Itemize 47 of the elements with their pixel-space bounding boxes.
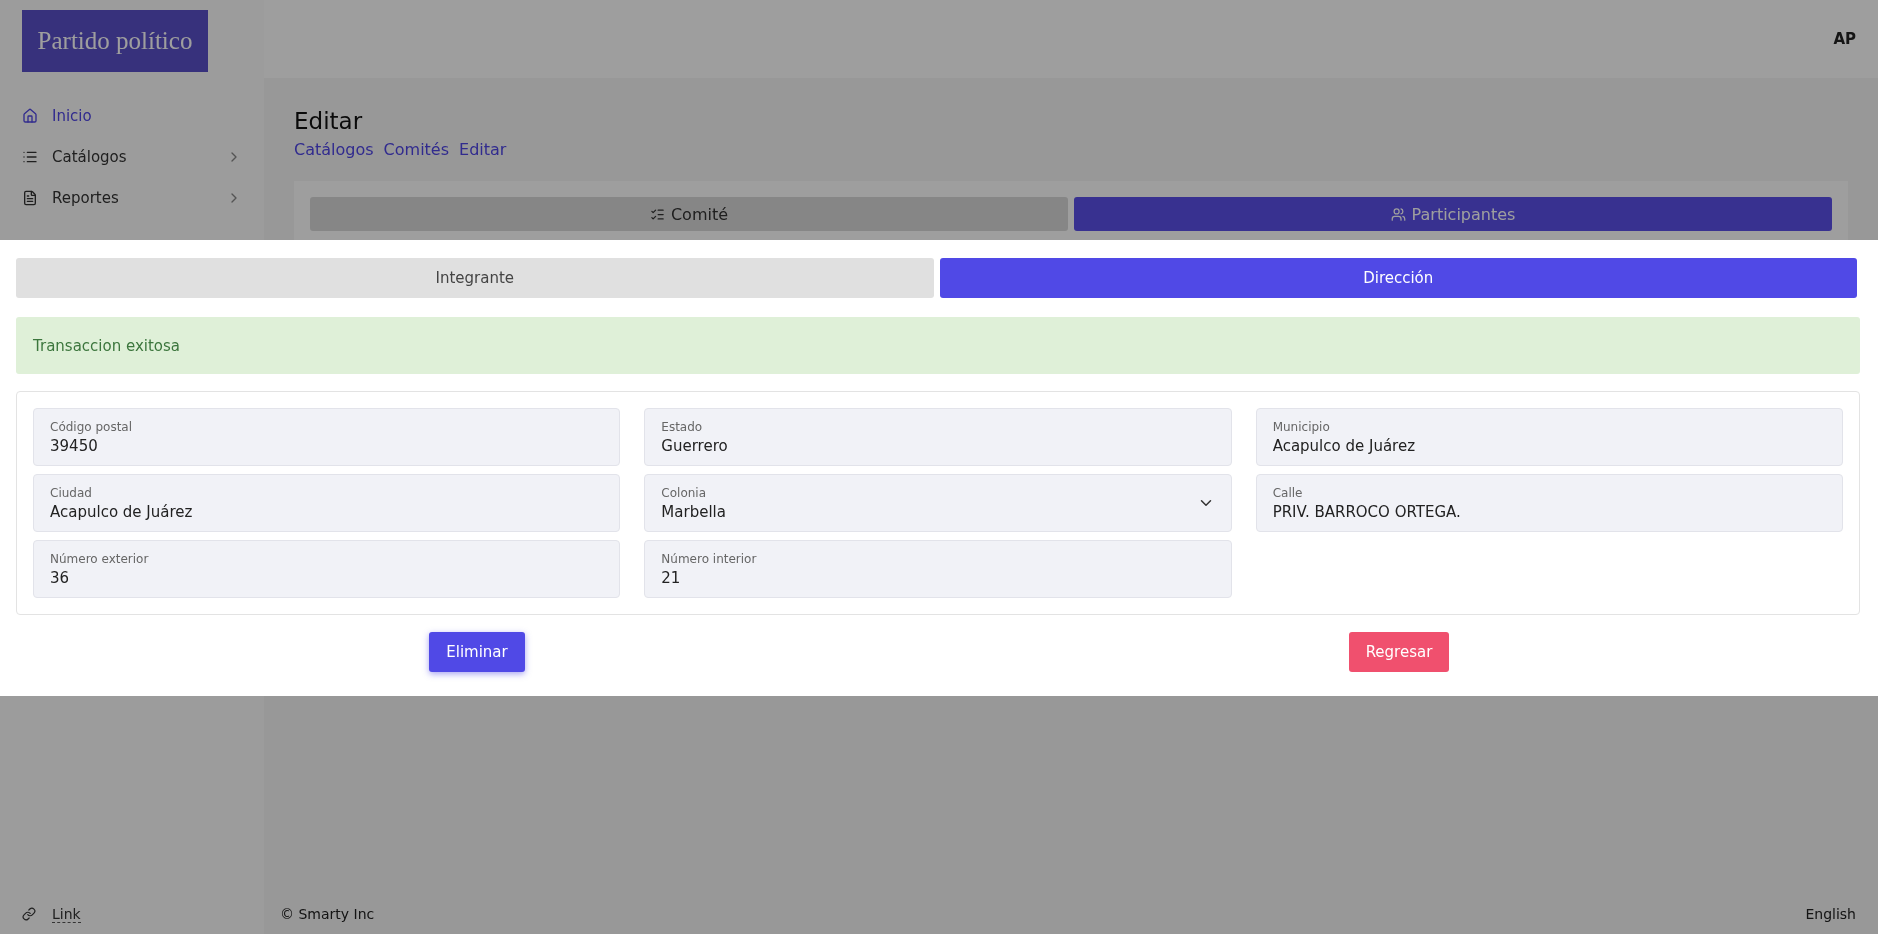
field-input[interactable]: 21 [661,568,1215,587]
field-label: Estado [661,419,703,434]
field-label: Municipio [1272,419,1330,434]
field-label: Código postal [50,419,133,434]
delete-button[interactable]: Eliminar [429,632,525,672]
success-alert: Transaccion exitosa [16,317,1860,374]
breadcrumb-link[interactable]: Comités [383,140,450,159]
sidebar-item[interactable]: Catálogos [0,137,264,176]
field-input[interactable]: PRIV. BARROCO ORTEGA. [1272,502,1826,521]
input-field[interactable]: Número exterior 36 [33,540,621,598]
tab[interactable]: Comité [310,197,1068,231]
language-selector[interactable]: English [1805,906,1856,922]
field-input[interactable]: Guerrero [661,436,1215,455]
tab[interactable]: Dirección [939,258,1857,298]
checklist-icon [649,206,665,222]
input-field[interactable]: Número interior 21 [644,540,1232,598]
input-field[interactable]: Calle PRIV. BARROCO ORTEGA. [1255,474,1843,532]
field-label: Calle [1272,485,1303,500]
field-input[interactable]: 39450 [50,436,604,455]
field-label: Ciudad [50,485,92,500]
field-label: Número exterior [50,551,149,566]
field-input[interactable]: Acapulco de Juárez [50,502,604,521]
field-input[interactable]: Acapulco de Juárez [1272,436,1826,455]
input-field[interactable]: Ciudad Acapulco de Juárez [33,474,621,532]
sidebar-item[interactable]: Reportes [0,178,264,217]
user-avatar[interactable]: AP [1833,30,1856,48]
users-icon [1390,206,1406,222]
sidebar-item[interactable]: Inicio [0,96,264,135]
field-input[interactable]: Marbella [661,502,1197,521]
input-field[interactable]: Municipio Acapulco de Juárez [1255,408,1843,466]
tab[interactable]: Integrante [16,258,934,298]
logo: Partido político [22,10,208,72]
input-field[interactable]: Estado Guerrero [644,408,1232,466]
page-title: Editar [294,108,364,134]
select-field[interactable]: Colonia Marbella [644,474,1232,532]
home-icon [22,107,38,124]
field-label: Colonia [661,485,707,500]
link-icon [22,907,36,921]
tab[interactable]: Participantes [1074,197,1832,231]
document-icon [22,189,38,206]
input-field[interactable]: Código postal 39450 [33,408,621,466]
field-label: Número interior [661,551,757,566]
copyright-text: © Smarty Inc [280,906,375,922]
footer-link[interactable]: Link [52,905,81,923]
breadcrumb-link[interactable]: Catálogos [294,140,374,159]
field-input[interactable]: 36 [50,568,604,587]
breadcrumb-link[interactable]: Editar [459,140,507,159]
